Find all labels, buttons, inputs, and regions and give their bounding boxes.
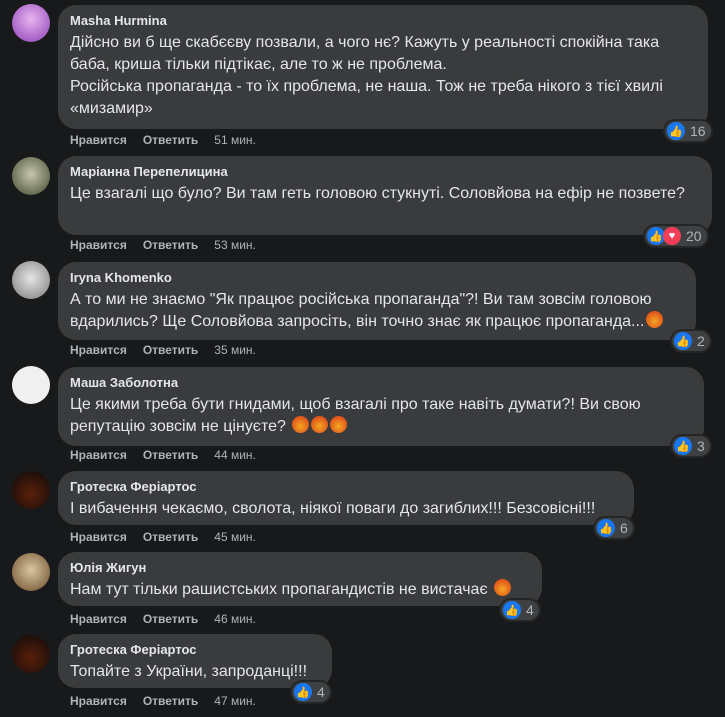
comment-text-body: А то ми не знаємо "Як працює російська п… xyxy=(70,291,656,330)
comment-text: А то ми не знаємо "Як працює російська п… xyxy=(70,289,684,333)
avatar[interactable] xyxy=(12,157,50,195)
reaction-summary[interactable]: 👍 4 xyxy=(292,682,330,702)
comment-author[interactable]: Маша Заболотна xyxy=(70,375,692,391)
reaction-count: 20 xyxy=(686,228,702,244)
comment-author[interactable]: Юлія Жигун xyxy=(70,560,530,576)
reaction-summary[interactable]: 👍 2 xyxy=(672,331,710,351)
timestamp[interactable]: 47 мин. xyxy=(214,694,256,708)
reaction-count: 4 xyxy=(317,684,325,700)
like-button[interactable]: Нравится xyxy=(70,133,127,147)
like-button[interactable]: Нравится xyxy=(70,530,127,544)
angry-emoji-icon xyxy=(646,311,664,328)
comment-actions: Нравится Ответить 51 мин. xyxy=(70,133,256,147)
comment-actions: Нравится Ответить 47 мин. xyxy=(70,694,256,708)
comment-author[interactable]: Гротеска Феріартос xyxy=(70,479,622,495)
like-icon: 👍 xyxy=(674,332,692,350)
comment-text-body: Нам тут тільки рашистських пропагандисті… xyxy=(70,581,488,598)
angry-emoji-icon xyxy=(292,416,310,433)
avatar[interactable] xyxy=(12,4,50,42)
reply-button[interactable]: Ответить xyxy=(143,343,198,357)
reaction-summary[interactable]: 👍 16 xyxy=(665,121,711,141)
reaction-count: 3 xyxy=(697,438,705,454)
comment-text: І вибачення чекаємо, сволота, ніякої пов… xyxy=(70,500,596,517)
comment-actions: Нравится Ответить 35 мин. xyxy=(70,343,256,357)
comment-author[interactable]: Маріанна Перепелицина xyxy=(70,164,700,180)
timestamp[interactable]: 45 мин. xyxy=(214,530,256,544)
reaction-summary[interactable]: 👍 4 xyxy=(501,600,539,620)
like-button[interactable]: Нравится xyxy=(70,694,127,708)
comment-text: Це якими треба бути гнидами, щоб взагалі… xyxy=(70,394,692,438)
reaction-count: 6 xyxy=(620,520,628,536)
comment-actions: Нравится Ответить 46 мин. xyxy=(70,612,256,626)
like-button[interactable]: Нравится xyxy=(70,343,127,357)
like-icon: 👍 xyxy=(667,122,685,140)
comment-author[interactable]: Iryna Khomenko xyxy=(70,270,684,286)
reaction-count: 2 xyxy=(697,333,705,349)
comment-text: Дійсно ви б ще скабєєву позвали, а чого … xyxy=(70,34,663,117)
avatar[interactable] xyxy=(12,471,50,509)
like-icon: 👍 xyxy=(294,683,312,701)
avatar[interactable] xyxy=(12,261,50,299)
reply-button[interactable]: Ответить xyxy=(143,530,198,544)
reaction-count: 16 xyxy=(690,123,706,139)
comment-bubble: Маріанна Перепелицина Це взагалі що було… xyxy=(58,156,712,235)
comment-bubble: Юлія Жигун Нам тут тільки рашистських пр… xyxy=(58,552,542,606)
comment-actions: Нравится Ответить 45 мин. xyxy=(70,530,256,544)
angry-emoji-icon xyxy=(330,416,348,433)
timestamp[interactable]: 46 мин. xyxy=(214,612,256,626)
reply-button[interactable]: Ответить xyxy=(143,448,198,462)
love-icon: ♥ xyxy=(663,227,681,245)
comment-bubble: Masha Hurmina Дійсно ви б ще скабєєву по… xyxy=(58,5,708,129)
like-icon: 👍 xyxy=(597,519,615,537)
comment-author[interactable]: Гротеска Феріартос xyxy=(70,642,320,658)
avatar[interactable] xyxy=(12,635,50,673)
like-button[interactable]: Нравится xyxy=(70,612,127,626)
reaction-summary[interactable]: 👍 ♥ 20 xyxy=(645,226,707,246)
comment-actions: Нравится Ответить 44 мин. xyxy=(70,448,256,462)
comment-author[interactable]: Masha Hurmina xyxy=(70,13,696,29)
comment-bubble: Iryna Khomenko А то ми не знаємо "Як пра… xyxy=(58,262,696,340)
avatar[interactable] xyxy=(12,553,50,591)
avatar[interactable] xyxy=(12,366,50,404)
comment-actions: Нравится Ответить 53 мин. xyxy=(70,238,256,252)
reaction-count: 4 xyxy=(526,602,534,618)
like-button[interactable]: Нравится xyxy=(70,448,127,462)
comment-text: Топайте з України, запроданці!!! xyxy=(70,663,308,680)
timestamp[interactable]: 44 мин. xyxy=(214,448,256,462)
comment-text-body: Це якими треба бути гнидами, щоб взагалі… xyxy=(70,396,646,435)
angry-emoji-icon xyxy=(494,579,512,596)
reply-button[interactable]: Ответить xyxy=(143,238,198,252)
timestamp[interactable]: 53 мин. xyxy=(214,238,256,252)
reply-button[interactable]: Ответить xyxy=(143,612,198,626)
timestamp[interactable]: 35 мин. xyxy=(214,343,256,357)
reaction-summary[interactable]: 👍 3 xyxy=(672,436,710,456)
like-button[interactable]: Нравится xyxy=(70,238,127,252)
comment-text: Це взагалі що було? Ви там геть головою … xyxy=(70,185,685,202)
comment-bubble: Маша Заболотна Це якими треба бути гнида… xyxy=(58,367,704,446)
comment-bubble: Гротеска Феріартос І вибачення чекаємо, … xyxy=(58,471,634,525)
like-icon: 👍 xyxy=(674,437,692,455)
like-icon: 👍 xyxy=(503,601,521,619)
comment-text: Нам тут тільки рашистських пропагандисті… xyxy=(70,579,530,601)
reaction-summary[interactable]: 👍 6 xyxy=(595,518,633,538)
reply-button[interactable]: Ответить xyxy=(143,694,198,708)
timestamp[interactable]: 51 мин. xyxy=(214,133,256,147)
comment-bubble: Гротеска Феріартос Топайте з України, за… xyxy=(58,634,332,688)
angry-emoji-icon xyxy=(311,416,329,433)
reply-button[interactable]: Ответить xyxy=(143,133,198,147)
